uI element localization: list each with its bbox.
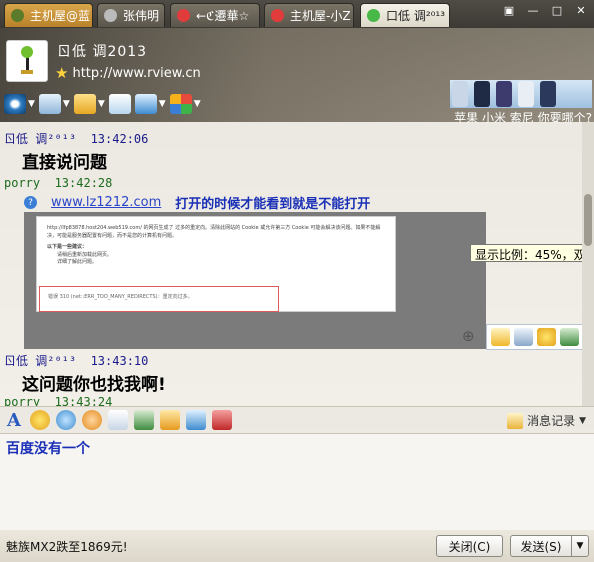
phone-icon	[452, 81, 468, 107]
message-history-button[interactable]: 消息记录 ▼	[507, 412, 586, 429]
minimize-icon[interactable]: —	[522, 1, 544, 19]
video-button[interactable]: ▼	[4, 94, 35, 114]
screenshot-image[interactable]: http://lfp83878.host204.web519.com/ 的网页生…	[24, 212, 486, 349]
gift-icon[interactable]	[212, 410, 232, 430]
shake-icon[interactable]	[82, 410, 102, 430]
message-body: ? www.lz1212.com 打开的时候才能看到就是不能打开	[24, 193, 370, 212]
scrollbar-thumb[interactable]	[584, 194, 592, 246]
voice-button[interactable]: ▼	[38, 94, 70, 114]
font-icon[interactable]: A	[4, 410, 24, 431]
message-input[interactable]: 百度没有一个	[0, 434, 594, 530]
avatar[interactable]	[6, 40, 48, 82]
chevron-down-icon: ▼	[193, 99, 201, 109]
blocked-icon	[177, 9, 190, 22]
user-icon	[11, 9, 24, 22]
close-icon[interactable]: ✕	[570, 1, 592, 19]
ad-image	[450, 80, 592, 108]
chevron-down-icon: ▼	[576, 541, 584, 551]
save-icon[interactable]	[514, 328, 533, 346]
message-header: porry 13:43:24	[4, 395, 113, 406]
chevron-down-icon: ▼	[579, 415, 586, 426]
blocked-icon	[271, 9, 284, 22]
chevron-down-icon: ▼	[97, 99, 105, 109]
tab-2[interactable]: ←ℭ遷華☆	[170, 3, 260, 27]
chat-toolbar: ▼ ▼ ▼ ▼ ▼	[4, 92, 201, 116]
star-icon: ★	[55, 64, 69, 82]
tab-4[interactable]: 口低 调²⁰¹³	[360, 3, 450, 27]
screenshot-error-box: 错误 310 (net::ERR_TOO_MANY_REDIRECTS)：重定向…	[39, 286, 279, 312]
apps-grid-icon	[169, 94, 192, 114]
send-image-icon[interactable]	[134, 410, 154, 430]
send-options-button[interactable]: ▼	[571, 535, 589, 557]
picture-icon[interactable]	[560, 328, 579, 346]
message-header: ㄖ低 调²⁰¹³ 13:43:10	[4, 354, 149, 368]
message-link[interactable]: www.lz1212.com	[51, 195, 161, 210]
tab-1[interactable]: 张伟明	[97, 3, 165, 27]
close-button[interactable]: 关闭(C)	[436, 535, 503, 557]
phone-icon	[474, 81, 490, 107]
monitor-icon	[134, 94, 157, 114]
remote-desktop-button[interactable]: ▼	[134, 94, 166, 114]
chat-history[interactable]: ㄖ低 调²⁰¹³ 13:42:06 直接说问题 porry 13:42:28 ?…	[0, 122, 594, 406]
emoticon-icon[interactable]	[537, 328, 556, 346]
apps-button[interactable]: ▼	[169, 94, 201, 114]
message-text: 打开的时候才能看到就是不能打开	[175, 197, 371, 212]
contact-homepage[interactable]: ★ http://www.rview.cn	[55, 64, 201, 82]
message-text: 直接说问题	[22, 153, 107, 173]
phone-icon	[496, 81, 512, 107]
message-header: ㄖ低 调²⁰¹³ 13:42:06	[4, 132, 149, 146]
history-icon	[507, 412, 524, 429]
help-icon: ?	[24, 196, 37, 209]
image-tools	[486, 324, 584, 350]
chevron-down-icon: ▼	[158, 99, 166, 109]
message-text: 这问题你也找我啊!	[22, 375, 166, 395]
phone-icon	[540, 81, 556, 107]
tab-list-icon[interactable]: ▣	[498, 1, 520, 19]
tab-3[interactable]: 主机屋-小Z	[264, 3, 354, 27]
maximize-icon[interactable]: □	[546, 1, 568, 19]
message-header: porry 13:42:28	[4, 176, 113, 190]
phone-icon	[518, 81, 534, 107]
group-chat-button[interactable]	[108, 94, 131, 114]
offline-icon	[104, 9, 117, 22]
input-text: 百度没有一个	[6, 441, 90, 457]
send-button[interactable]: 发送(S)	[510, 535, 572, 557]
chat-scrollbar[interactable]	[582, 122, 594, 406]
chevron-down-icon: ▼	[28, 99, 35, 109]
screenshot-icon[interactable]	[108, 410, 128, 430]
music-icon[interactable]	[160, 410, 180, 430]
zoom-icon[interactable]: ⊕	[462, 327, 475, 345]
file-transfer-button[interactable]: ▼	[73, 94, 105, 114]
input-toolbar: A 消息记录 ▼	[0, 406, 594, 434]
contact-nick: ㄖ低 调2013	[57, 44, 148, 60]
monitor-share-icon[interactable]	[186, 410, 206, 430]
window-controls: ▣ — □ ✕	[498, 1, 592, 19]
chevron-down-icon: ▼	[62, 99, 70, 109]
status-text[interactable]: 魅族MX2跌至1869元!	[6, 538, 128, 555]
folder-icon	[73, 94, 96, 114]
online-icon	[367, 9, 380, 22]
add-emoticon-icon[interactable]	[491, 328, 510, 346]
chat-add-icon	[108, 94, 131, 114]
tab-0[interactable]: 主机屋@蓝	[4, 3, 93, 27]
camera-icon	[4, 94, 26, 114]
zoom-tooltip: 显示比例：45%，双击查	[470, 244, 594, 262]
magic-emoticon-icon[interactable]	[56, 410, 76, 430]
emoticon-icon[interactable]	[30, 410, 50, 430]
phone-ad[interactable]: 苹果 小米 索尼 你要哪个?	[450, 80, 592, 125]
microphone-icon	[38, 94, 61, 114]
